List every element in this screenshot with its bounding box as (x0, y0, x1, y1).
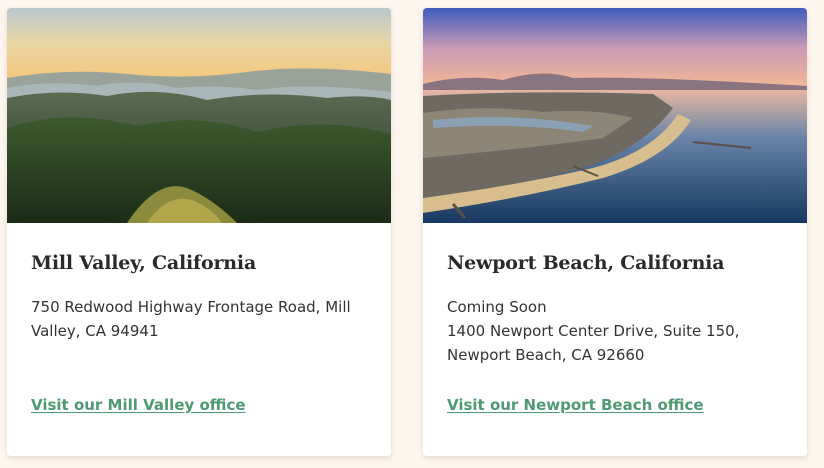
location-title: Newport Beach, California (447, 252, 725, 274)
location-status: Coming Soon (447, 298, 547, 316)
visit-mill-valley-link[interactable]: Visit our Mill Valley office (31, 396, 246, 414)
location-address: 750 Redwood Highway Frontage Road, Mill … (31, 298, 351, 340)
visit-newport-beach-link[interactable]: Visit our Newport Beach office (447, 396, 704, 414)
location-title: Mill Valley, California (31, 252, 257, 274)
location-card-mill-valley: Mill Valley, California 750 Redwood High… (7, 8, 391, 456)
mill-valley-photo (7, 8, 391, 223)
location-card-newport-beach: Newport Beach, California Coming Soon 14… (423, 8, 807, 456)
address-line-2: Newport Beach, CA 92660 (447, 346, 645, 364)
location-address: Coming Soon 1400 Newport Center Drive, S… (447, 295, 777, 367)
newport-beach-photo (423, 8, 807, 223)
address-line-1: 1400 Newport Center Drive, Suite 150, (447, 322, 740, 340)
